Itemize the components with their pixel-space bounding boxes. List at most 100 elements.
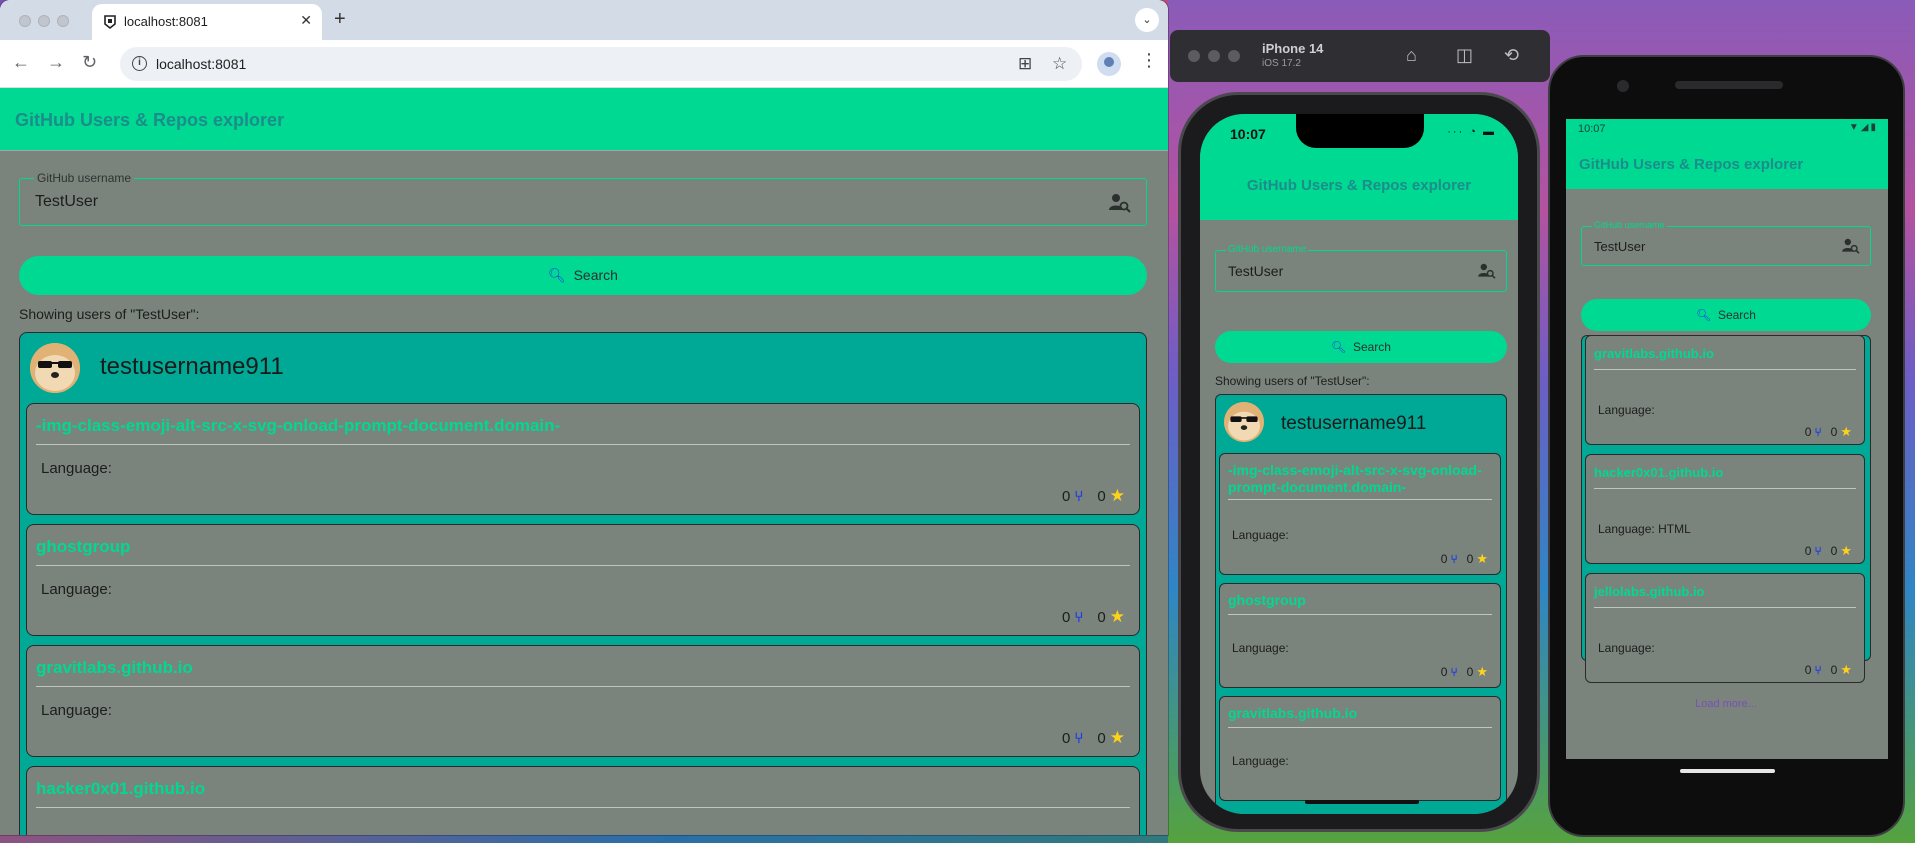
repo-card[interactable]: gravitlabs.github.io Language: 0 ⑂ 0 ★ xyxy=(26,645,1140,757)
user-card[interactable]: testusername911 -img-class-emoji-alt-src… xyxy=(19,332,1147,835)
star-icon: ★ xyxy=(1840,424,1852,439)
ios-repo-card[interactable]: gravitlabs.github.io Language: xyxy=(1219,696,1501,801)
screenshot-icon[interactable]: ◫ xyxy=(1456,45,1473,66)
ios-time: 10:07 xyxy=(1230,126,1266,142)
repo-language: Language: xyxy=(41,581,112,598)
android-search-button[interactable]: 🔍︎ Search xyxy=(1581,299,1871,331)
iphone-screen: 10:07 ··· ◔ ▬ GitHub Users & Repos explo… xyxy=(1200,114,1518,814)
ios-app-header: GitHub Users & Repos explorer xyxy=(1200,170,1518,220)
repo-name[interactable]: -img-class-emoji-alt-src-x-svg-onload-pr… xyxy=(36,416,560,436)
tab-localhost[interactable]: localhost:8081 ✕ xyxy=(92,4,322,40)
star-icon: ★ xyxy=(1109,486,1125,505)
tab-close-icon[interactable]: ✕ xyxy=(300,12,312,29)
search-button[interactable]: 🔍︎ Search xyxy=(19,256,1147,295)
repo-card[interactable]: hacker0x01.github.io xyxy=(26,766,1140,835)
sim-minimize-icon[interactable] xyxy=(1208,50,1220,62)
app-header: GitHub Users & Repos explorer xyxy=(0,88,1168,151)
bookmark-star-icon[interactable]: ☆ xyxy=(1052,54,1067,74)
star-icon: ★ xyxy=(1109,728,1125,747)
rotate-icon[interactable]: ⟲ xyxy=(1504,45,1519,66)
ios-repo-card[interactable]: -img-class-emoji-alt-src-x-svg-onload-pr… xyxy=(1219,453,1501,575)
repo-name[interactable]: ghostgroup xyxy=(1228,592,1492,609)
os-version: iOS 17.2 xyxy=(1262,58,1301,69)
repo-name[interactable]: hacker0x01.github.io xyxy=(1594,465,1723,480)
repo-divider xyxy=(1594,607,1856,608)
android-home-indicator[interactable] xyxy=(1680,769,1775,773)
android-username-field[interactable]: GitHub username TestUser xyxy=(1581,220,1871,266)
avatar xyxy=(1224,402,1264,442)
browser-menu-icon[interactable]: ⋮ xyxy=(1140,50,1158,71)
tab-title: localhost:8081 xyxy=(124,14,208,29)
android-repo-card[interactable]: hacker0x01.github.io Language: HTML 0 ⑂ 0 ★ xyxy=(1585,454,1865,564)
repo-name[interactable]: gravitlabs.github.io xyxy=(1594,346,1714,361)
ios-username-field[interactable]: GitHub username TestUser xyxy=(1215,244,1507,292)
back-icon[interactable]: ← xyxy=(12,52,30,73)
fork-icon: ⑂ xyxy=(1074,729,1084,747)
app-title: GitHub Users & Repos explorer xyxy=(15,110,285,130)
android-repo-card[interactable]: gravitlabs.github.io Language: 0 ⑂ 0 ★ xyxy=(1585,335,1865,445)
star-icon: ★ xyxy=(1840,543,1852,558)
repo-name[interactable]: ghostgroup xyxy=(36,537,130,557)
address-bar[interactable]: i localhost:8081 ⊞ ☆ xyxy=(120,47,1082,81)
username-field[interactable]: GitHub username xyxy=(19,171,1147,226)
android-status-icons: ▼◢▮ xyxy=(1848,122,1878,133)
fork-icon: ⑂ xyxy=(1450,552,1458,566)
profile-avatar-icon[interactable] xyxy=(1097,52,1121,76)
ios-home-indicator[interactable] xyxy=(1305,800,1419,804)
camera-icon xyxy=(1617,80,1629,92)
sim-zoom-icon[interactable] xyxy=(1228,50,1240,62)
username: testusername911 xyxy=(100,353,284,380)
ios-repo-card[interactable]: ghostgroup Language: 0 ⑂ 0 ★ xyxy=(1219,583,1501,688)
translate-icon[interactable]: ⊞ xyxy=(1018,54,1032,74)
site-info-icon[interactable]: i xyxy=(132,56,147,71)
ios-status-icons: ··· ◔ ▬ xyxy=(1447,126,1496,138)
repo-name[interactable]: gravitlabs.github.io xyxy=(36,658,193,678)
username-input[interactable] xyxy=(35,193,1035,211)
android-field-label: GitHub username xyxy=(1592,220,1667,230)
user-search-icon[interactable] xyxy=(1109,193,1131,213)
maximize-window-icon[interactable] xyxy=(57,15,69,27)
star-icon: ★ xyxy=(1476,551,1488,566)
ios-username: testusername911 xyxy=(1281,413,1427,434)
star-icon: ★ xyxy=(1840,662,1852,677)
repo-name[interactable]: hacker0x01.github.io xyxy=(36,779,205,799)
repo-divider xyxy=(1228,614,1492,615)
close-window-icon[interactable] xyxy=(19,15,31,27)
repo-language: Language: xyxy=(1598,641,1655,655)
new-tab-icon[interactable]: + xyxy=(334,8,346,31)
android-time: 10:07 xyxy=(1578,123,1606,135)
sim-close-icon[interactable] xyxy=(1188,50,1200,62)
ios-search-button[interactable]: 🔍︎ Search xyxy=(1215,331,1507,363)
repo-card[interactable]: ghostgroup Language: 0 ⑂ 0 ★ xyxy=(26,524,1140,636)
repo-language: Language: xyxy=(41,460,112,477)
android-app-title: GitHub Users & Repos explorer xyxy=(1579,156,1804,173)
minimize-window-icon[interactable] xyxy=(38,15,50,27)
repo-name[interactable]: -img-class-emoji-alt-src-x-svg-onload-pr… xyxy=(1228,462,1492,496)
android-screen: 10:07 ▼◢▮ GitHub Users & Repos explorer … xyxy=(1566,119,1888,759)
user-search-icon[interactable] xyxy=(1842,238,1860,254)
android-user-card[interactable]: gravitlabs.github.io Language: 0 ⑂ 0 ★ hack… xyxy=(1581,335,1871,710)
speaker-grille xyxy=(1675,81,1783,89)
repo-stats: 0 ⑂ 0 ★ xyxy=(1804,543,1852,558)
android-username-input[interactable]: TestUser xyxy=(1594,239,1645,254)
forward-icon[interactable]: → xyxy=(47,52,65,73)
repo-name[interactable]: gravitlabs.github.io xyxy=(1228,705,1492,722)
ios-app-title: GitHub Users & Repos explorer xyxy=(1246,177,1472,194)
repo-card[interactable]: -img-class-emoji-alt-src-x-svg-onload-pr… xyxy=(26,403,1140,515)
repo-divider xyxy=(1228,499,1492,500)
repo-language: Language: xyxy=(1232,754,1289,768)
android-repo-card[interactable]: jellolabs.github.io Language: 0 ⑂ 0 ★ xyxy=(1585,573,1865,683)
fork-icon: ⑂ xyxy=(1074,487,1084,505)
notch xyxy=(1296,114,1424,148)
reload-icon[interactable]: ↻ xyxy=(82,52,97,73)
load-more-link[interactable]: Load more... xyxy=(1582,698,1870,710)
address-url[interactable]: localhost:8081 xyxy=(156,56,246,72)
user-search-icon[interactable] xyxy=(1478,263,1496,279)
fork-icon: ⑂ xyxy=(1450,665,1458,679)
ios-user-card[interactable]: testusername911 -img-class-emoji-alt-src… xyxy=(1215,394,1507,814)
tab-search-icon[interactable]: ⌄ xyxy=(1135,8,1159,32)
android-status-bar: 10:07 ▼◢▮ xyxy=(1566,119,1888,141)
home-icon[interactable]: ⌂ xyxy=(1406,45,1417,66)
ios-username-input[interactable]: TestUser xyxy=(1228,263,1283,279)
repo-name[interactable]: jellolabs.github.io xyxy=(1594,584,1705,599)
